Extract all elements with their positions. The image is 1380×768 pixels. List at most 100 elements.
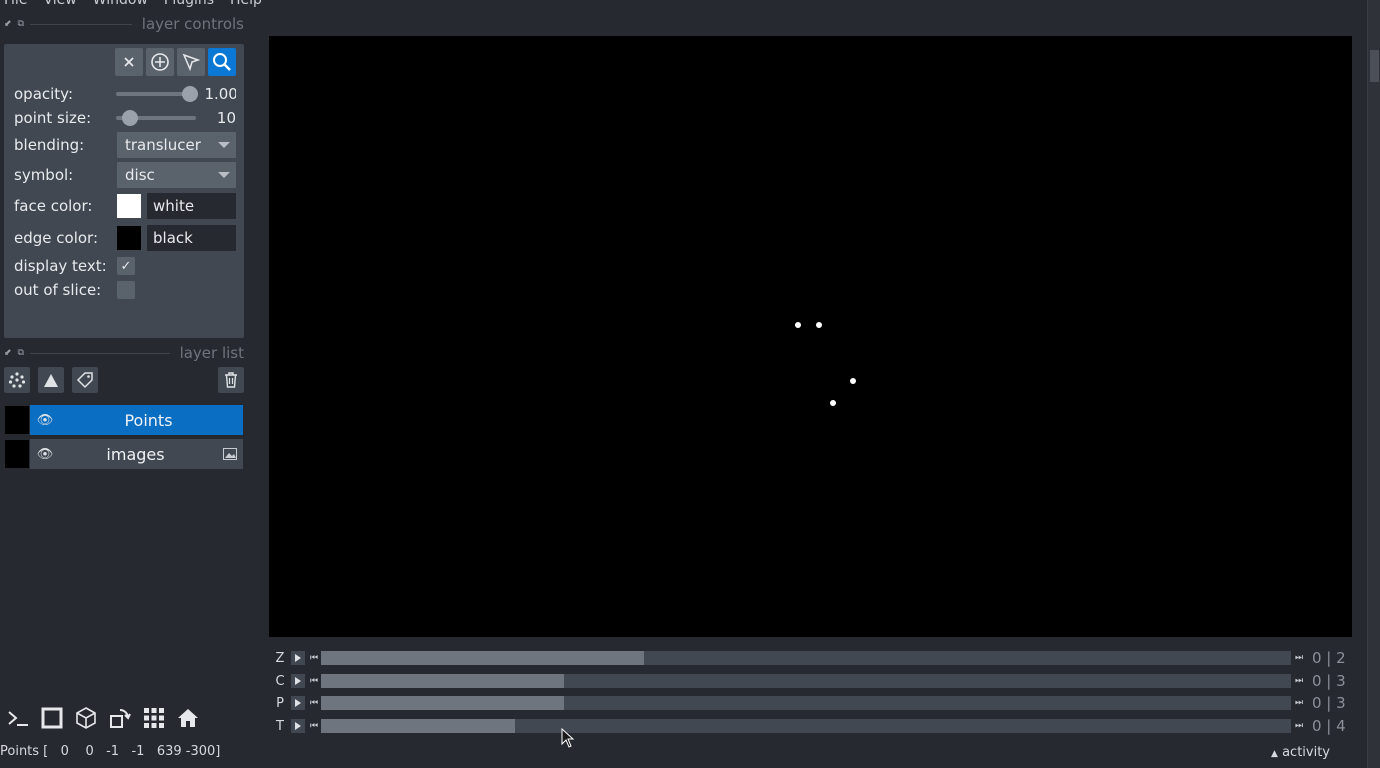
viewer-canvas[interactable]: [269, 36, 1352, 637]
right-scrollbar[interactable]: [1367, 0, 1380, 768]
play-button[interactable]: [291, 651, 305, 665]
edge-color-swatch[interactable]: [117, 226, 141, 250]
face-color-swatch[interactable]: [117, 194, 141, 218]
detach-icon[interactable]: ⧉: [18, 348, 24, 358]
new-shapes-layer-button[interactable]: [38, 367, 64, 393]
layer-item-images[interactable]: 👁 images: [4, 439, 243, 469]
scrollbar-thumb[interactable]: [1370, 50, 1379, 82]
float-icon[interactable]: ⬋: [4, 19, 12, 29]
dim-slider-handle[interactable]: [321, 696, 564, 710]
layer-tools-bar: [4, 367, 244, 395]
console-button[interactable]: [4, 704, 32, 732]
3d-view-button[interactable]: [72, 704, 100, 732]
play-button[interactable]: [291, 696, 305, 710]
point-marker[interactable]: [816, 322, 822, 328]
layer-name[interactable]: Points: [54, 411, 243, 430]
play-button[interactable]: [291, 674, 305, 688]
eye-icon[interactable]: 👁: [36, 447, 54, 462]
step-forward-icon[interactable]: ⏭: [1294, 721, 1304, 731]
shapes-icon: [44, 374, 58, 387]
face-color-input[interactable]: white: [147, 193, 236, 219]
layer-name[interactable]: images: [54, 445, 217, 464]
face-color-row: face color: white: [14, 193, 236, 219]
grid-view-button[interactable]: [140, 704, 168, 732]
select-points-button[interactable]: [177, 48, 205, 76]
activity-button[interactable]: ▲ activity: [1271, 745, 1330, 760]
dim-label: C: [275, 673, 285, 689]
roll-dims-button[interactable]: [106, 704, 134, 732]
menu-plugins[interactable]: Plugins: [164, 0, 214, 8]
point-size-row: point size: 10: [14, 105, 236, 131]
play-button[interactable]: [291, 719, 305, 733]
dim-slider-track[interactable]: [321, 674, 1291, 688]
menu-help[interactable]: Help: [230, 0, 262, 8]
menu-view[interactable]: View: [43, 0, 76, 8]
status-text: Points [ 0 0 -1 -1 639 -300]: [0, 744, 221, 759]
step-back-icon[interactable]: ⏮: [309, 674, 319, 688]
dim-slider-track[interactable]: [321, 719, 1291, 733]
menu-file[interactable]: File: [4, 0, 27, 8]
dim-value[interactable]: 0 | 2: [1312, 649, 1346, 667]
dim-slider-track[interactable]: [321, 696, 1291, 710]
layer-item-points[interactable]: 👁 Points: [4, 405, 243, 435]
dim-slider-track[interactable]: [321, 651, 1291, 665]
step-forward-icon[interactable]: ⏭: [1294, 676, 1304, 686]
play-icon: [295, 699, 301, 707]
point-size-value[interactable]: 10: [204, 109, 236, 127]
grid-icon: [144, 708, 164, 728]
layer-list-title: layer list: [179, 344, 244, 362]
step-back-icon[interactable]: ⏮: [309, 696, 319, 710]
step-back-icon[interactable]: ⏮: [309, 651, 319, 665]
point-size-slider-handle[interactable]: [122, 110, 139, 126]
face-color-label: face color:: [14, 197, 93, 215]
point-marker[interactable]: [830, 400, 836, 406]
symbol-dropdown[interactable]: disc: [117, 162, 236, 188]
new-points-layer-button[interactable]: [4, 367, 30, 393]
step-forward-icon[interactable]: ⏭: [1294, 698, 1304, 708]
dim-value[interactable]: 0 | 3: [1312, 672, 1346, 690]
layer-controls-panel: opacity: 1.00 point size: 10 blending: t…: [4, 44, 244, 338]
opacity-slider-handle[interactable]: [181, 86, 198, 102]
out-of-slice-label: out of slice:: [14, 281, 102, 299]
checkmark-icon: ✓: [120, 258, 132, 274]
menu-bar: File View Window Plugins Help: [0, 0, 262, 8]
edge-color-input[interactable]: black: [147, 225, 236, 251]
delete-points-button[interactable]: [115, 48, 143, 76]
opacity-label: opacity:: [14, 85, 74, 103]
blending-value: translucer: [125, 136, 201, 154]
dim-slider-handle[interactable]: [321, 719, 515, 733]
symbol-label: symbol:: [14, 166, 74, 184]
point-size-slider[interactable]: [115, 110, 197, 126]
blending-dropdown[interactable]: translucer: [117, 132, 236, 158]
opacity-value[interactable]: 1.00: [204, 85, 236, 103]
add-points-button[interactable]: [146, 48, 174, 76]
dim-label: P: [276, 695, 284, 711]
display-text-checkbox[interactable]: ✓: [117, 257, 135, 275]
detach-icon[interactable]: ⧉: [18, 19, 24, 29]
pan-zoom-button[interactable]: [208, 48, 236, 76]
home-button[interactable]: [174, 704, 202, 732]
dim-slider-handle[interactable]: [321, 674, 564, 688]
magnifier-icon: [213, 53, 231, 71]
float-icon[interactable]: ⬋: [4, 348, 12, 358]
ndisplay-button[interactable]: [38, 704, 66, 732]
delete-layer-button[interactable]: [218, 367, 244, 393]
point-marker[interactable]: [795, 322, 801, 328]
dim-label: Z: [275, 650, 285, 666]
dim-value[interactable]: 0 | 4: [1312, 717, 1346, 735]
step-back-icon[interactable]: ⏮: [309, 719, 319, 733]
square-icon: [41, 707, 63, 729]
out-of-slice-checkbox[interactable]: [117, 281, 135, 299]
step-forward-icon[interactable]: ⏭: [1294, 653, 1304, 663]
dim-slider-p: P ⏮ ⏭ 0 | 3: [269, 694, 1359, 712]
dim-slider-z: Z ⏮ ⏭ 0 | 2: [269, 649, 1359, 667]
new-labels-layer-button[interactable]: [72, 367, 98, 393]
point-marker[interactable]: [850, 378, 856, 384]
opacity-slider[interactable]: [115, 86, 198, 102]
eye-icon[interactable]: 👁: [36, 413, 54, 428]
layer-list-title-bar: ⬋ ⧉ layer list: [4, 343, 244, 363]
cube-icon: [76, 707, 96, 729]
dim-value[interactable]: 0 | 3: [1312, 694, 1346, 712]
dim-slider-handle[interactable]: [321, 651, 644, 665]
menu-window[interactable]: Window: [93, 0, 148, 8]
